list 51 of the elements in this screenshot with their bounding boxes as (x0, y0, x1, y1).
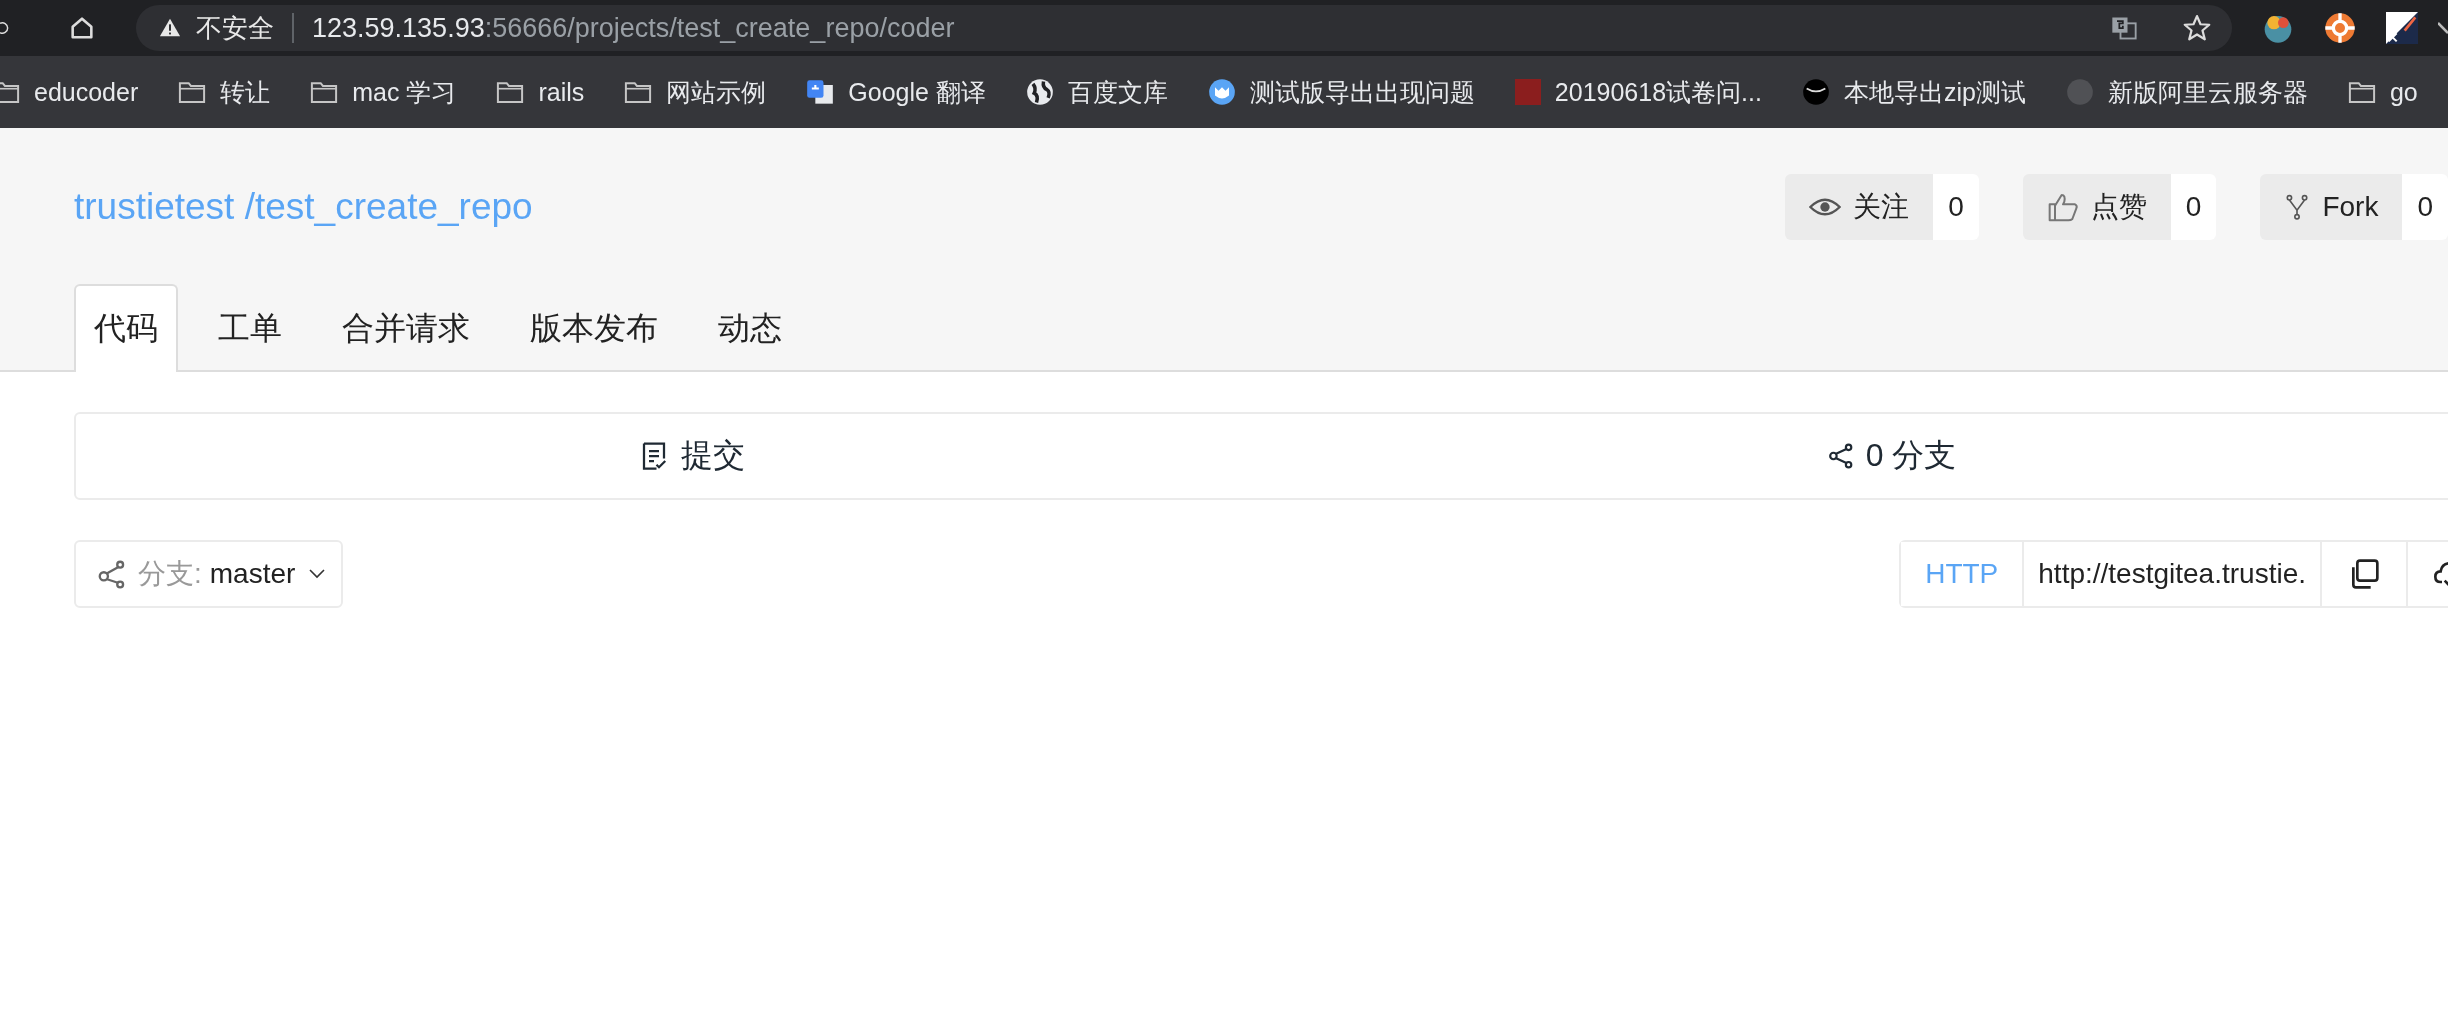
summary-link[interactable]: 0 分支 (1827, 434, 1957, 478)
bookmark-item[interactable]: go (2347, 77, 2418, 107)
globe-icon (1025, 78, 1054, 106)
chevron-down-icon (309, 569, 326, 579)
bookmark-item[interactable]: mac 学习 (310, 75, 457, 109)
action-button[interactable]: 点赞 (2022, 174, 2171, 240)
action-button[interactable]: Fork (2260, 174, 2403, 240)
nav-tab[interactable]: 版本发布 (510, 284, 678, 372)
dark-circle-icon (1801, 78, 1830, 106)
extension-icon[interactable] (2386, 12, 2418, 44)
address-bar[interactable]: 不安全 123.59.135.93:56666/projects/test_create_repo/coder (136, 5, 2232, 51)
warning-icon (158, 17, 182, 39)
bookmark-item[interactable]: educoder (0, 77, 139, 107)
branch-icon (98, 558, 126, 590)
summary-link[interactable]: 提交 (639, 434, 745, 478)
home-icon[interactable] (68, 14, 96, 42)
bookmark-item[interactable]: 转让 (178, 75, 271, 109)
circle-icon (2065, 78, 2094, 106)
fox-badge-icon (1207, 78, 1236, 106)
bookmark-item[interactable]: Google 翻译 (806, 75, 986, 109)
extension-icon[interactable] (2324, 12, 2356, 44)
bookmark-item[interactable]: rails (496, 77, 585, 107)
folder-icon (178, 81, 207, 103)
action-button[interactable]: 关注 (1785, 174, 1934, 240)
nav-tab[interactable]: 代码 (74, 284, 178, 372)
nav-tab[interactable]: 合并请求 (322, 284, 490, 372)
eye-icon (1809, 196, 1842, 218)
branch-icon (1827, 441, 1854, 471)
bookmark-item[interactable]: 网站示例 (624, 75, 767, 109)
folder-icon (0, 81, 20, 103)
action-count: 0 (2170, 174, 2217, 240)
branch-dropdown[interactable]: 分支: master (74, 540, 344, 608)
folder-icon (2347, 81, 2376, 103)
thumbnail-icon (1514, 79, 1541, 105)
bookmark-item[interactable]: 本地导出zip测试 (1801, 75, 2026, 109)
nav-tab[interactable]: 工单 (198, 284, 302, 372)
bookmark-item[interactable]: 百度文库 (1025, 75, 1168, 109)
bookmark-item[interactable]: 测试版导出出现问题 (1207, 75, 1475, 109)
folder-icon (310, 81, 339, 103)
action-count: 0 (2402, 174, 2448, 240)
security-label: 不安全 (196, 11, 274, 45)
translate-icon (806, 78, 835, 106)
url-text: 123.59.135.93:56666/projects/test_create_repo/coder (312, 12, 955, 44)
folder-icon (496, 81, 525, 103)
star-icon[interactable] (2182, 13, 2212, 43)
bookmark-item[interactable]: 20190618试卷问... (1514, 75, 1762, 109)
nav-tab[interactable]: 动态 (698, 284, 802, 372)
action-count: 0 (1933, 174, 1979, 240)
bookmark-item[interactable]: 新版阿里云服务器 (2065, 75, 2308, 109)
thumbs-up-icon (2046, 191, 2079, 223)
folder-icon (624, 81, 653, 103)
